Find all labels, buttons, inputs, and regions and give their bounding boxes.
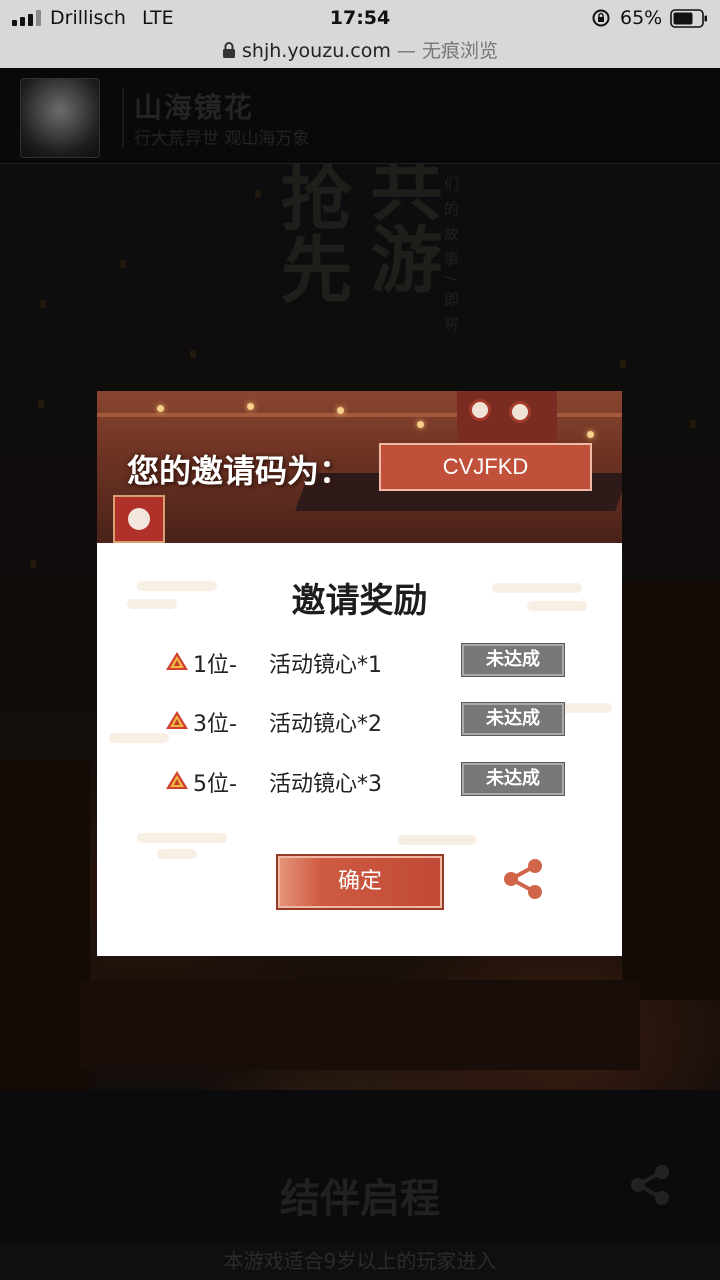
gem-icon	[166, 652, 188, 670]
reward-item: 活动镜心*1	[269, 653, 382, 678]
lock-icon	[223, 42, 236, 58]
battery-icon	[670, 9, 707, 28]
reward-rank: 5位-	[193, 772, 237, 797]
gem-icon	[166, 771, 188, 789]
reward-row: 5位- 活动镜心*3 未达成	[97, 762, 622, 797]
status-time: 17:54	[329, 7, 391, 29]
reward-row: 1位- 活动镜心*1 未达成	[97, 643, 622, 678]
invite-code-value[interactable]: CVJFKD	[379, 443, 592, 491]
reward-rank: 1位-	[193, 653, 237, 678]
url-domain: shjh.youzu.com	[242, 40, 391, 62]
share-icon[interactable]	[499, 856, 547, 902]
status-badge: 未达成	[461, 702, 565, 736]
rotation-lock-icon	[592, 9, 610, 27]
gem-icon	[166, 711, 188, 729]
private-mode-label: — 无痕浏览	[390, 40, 498, 62]
reward-item: 活动镜心*2	[269, 712, 382, 737]
battery-percent: 65%	[620, 7, 663, 29]
confirm-button[interactable]: 确定	[276, 854, 444, 910]
status-badge: 未达成	[461, 643, 565, 677]
reward-row: 3位- 活动镜心*2 未达成	[97, 702, 622, 737]
address-bar[interactable]: shjh.youzu.com — 无痕浏览	[0, 36, 720, 68]
status-bar: Drillisch LTE 17:54 65%	[0, 0, 720, 36]
lantern-decoration	[113, 495, 165, 543]
invite-code-label: 您的邀请码为：	[127, 452, 352, 490]
reward-item: 活动镜心*3	[269, 772, 382, 797]
status-badge: 未达成	[461, 762, 565, 796]
modal-banner: 您的邀请码为： CVJFKD	[97, 391, 622, 543]
rewards-title: 邀请奖励	[291, 581, 428, 621]
reward-rank: 3位-	[193, 712, 237, 737]
modal-body: 邀请奖励 1位- 活动镜心*1 未达成 3位- 活动镜心*2 未达成 5位- 活…	[97, 543, 622, 956]
invite-modal: 您的邀请码为： CVJFKD 邀请奖励 1位- 活动镜心*1 未达成 3位- 活…	[97, 391, 622, 956]
